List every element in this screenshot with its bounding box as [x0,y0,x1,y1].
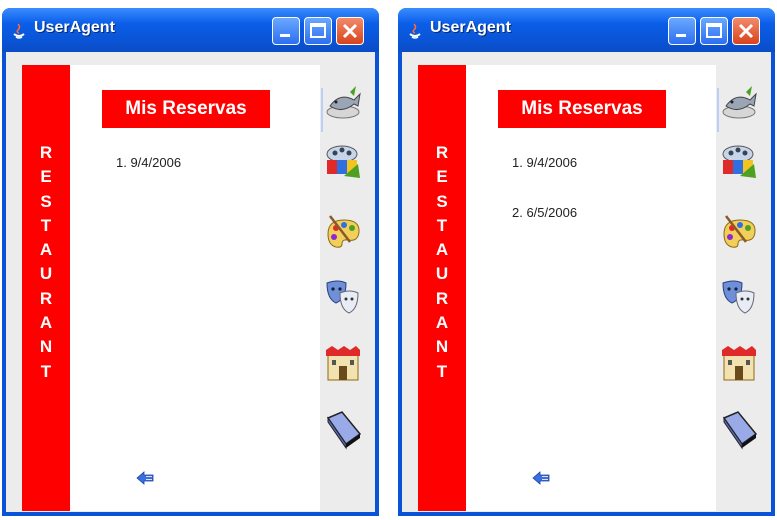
banner-letter: U [435,264,449,284]
maximize-icon [310,23,326,38]
reservations-header: Mis Reservas [102,90,270,128]
banner-letter: A [39,240,53,260]
java-icon [409,23,421,39]
banner-letter: A [435,313,449,333]
maximize-button[interactable] [700,17,728,45]
restaurant-vertical-banner: R E S T A U R A N T [418,65,466,511]
close-button[interactable] [732,17,760,45]
reservation-item[interactable]: 1. 9/4/2006 [116,155,181,170]
banner-letter: R [435,288,449,308]
banner-letter: T [40,361,52,381]
banner-letter: R [435,143,449,162]
banner-letter: R [39,288,53,308]
book-icon[interactable] [720,410,758,450]
window-client-area: R E S T A U R A N T Mis Reservas 1. 9/4/… [402,52,771,512]
film-reel-icon[interactable] [720,142,758,182]
java-icon [13,23,25,39]
film-reel-icon[interactable] [324,142,362,182]
banner-letter: A [435,240,449,260]
banner-letter: S [436,191,448,211]
banner-letter: T [40,215,52,235]
banner-letter: T [436,361,448,381]
minimize-button[interactable] [668,17,696,45]
icon-separator [321,88,323,132]
paint-palette-icon[interactable] [324,212,362,252]
banner-letter: U [39,264,53,284]
paint-palette-icon[interactable] [720,212,758,252]
banner-letter: R [39,143,53,162]
minimize-button[interactable] [272,17,300,45]
banner-letter: E [436,167,448,187]
castle-icon[interactable] [324,342,362,382]
maximize-icon [706,23,722,38]
maximize-button[interactable] [304,17,332,45]
theater-masks-icon[interactable] [324,277,362,317]
window-title: UserAgent [34,19,115,36]
icon-separator [717,88,719,132]
user-agent-window-1: UserAgent R E S T A U R A N T Mis Reserv… [2,8,379,516]
close-icon [738,23,754,39]
banner-letter: N [39,337,53,357]
fish-dish-icon[interactable] [720,82,758,122]
title-bar[interactable]: UserAgent [2,8,379,52]
banner-letter: N [435,337,449,357]
user-agent-window-2: UserAgent R E S T A U R A N T Mis Reserv… [398,8,775,516]
close-icon [342,23,358,39]
fish-dish-icon[interactable] [324,82,362,122]
banner-letter: E [40,167,52,187]
castle-icon[interactable] [720,342,758,382]
theater-masks-icon[interactable] [720,277,758,317]
back-arrow-icon[interactable] [136,471,154,485]
minimize-icon [280,34,290,37]
banner-letter: T [436,215,448,235]
reservations-panel: Mis Reservas 1. 9/4/2006 2. 6/5/2006 [466,65,716,511]
book-icon[interactable] [324,410,362,450]
window-client-area: R E S T A U R A N T Mis Reservas 1. 9/4/… [6,52,375,512]
banner-letter: A [39,313,53,333]
reservation-item[interactable]: 1. 9/4/2006 [512,155,577,170]
banner-letter: S [40,191,52,211]
title-bar[interactable]: UserAgent [398,8,775,52]
window-title: UserAgent [430,19,511,36]
reservations-header: Mis Reservas [498,90,666,128]
back-arrow-icon[interactable] [532,471,550,485]
restaurant-vertical-banner: R E S T A U R A N T [22,65,70,511]
reservation-item[interactable]: 2. 6/5/2006 [512,205,577,220]
minimize-icon [676,34,686,37]
reservations-panel: Mis Reservas 1. 9/4/2006 [70,65,320,511]
close-button[interactable] [336,17,364,45]
